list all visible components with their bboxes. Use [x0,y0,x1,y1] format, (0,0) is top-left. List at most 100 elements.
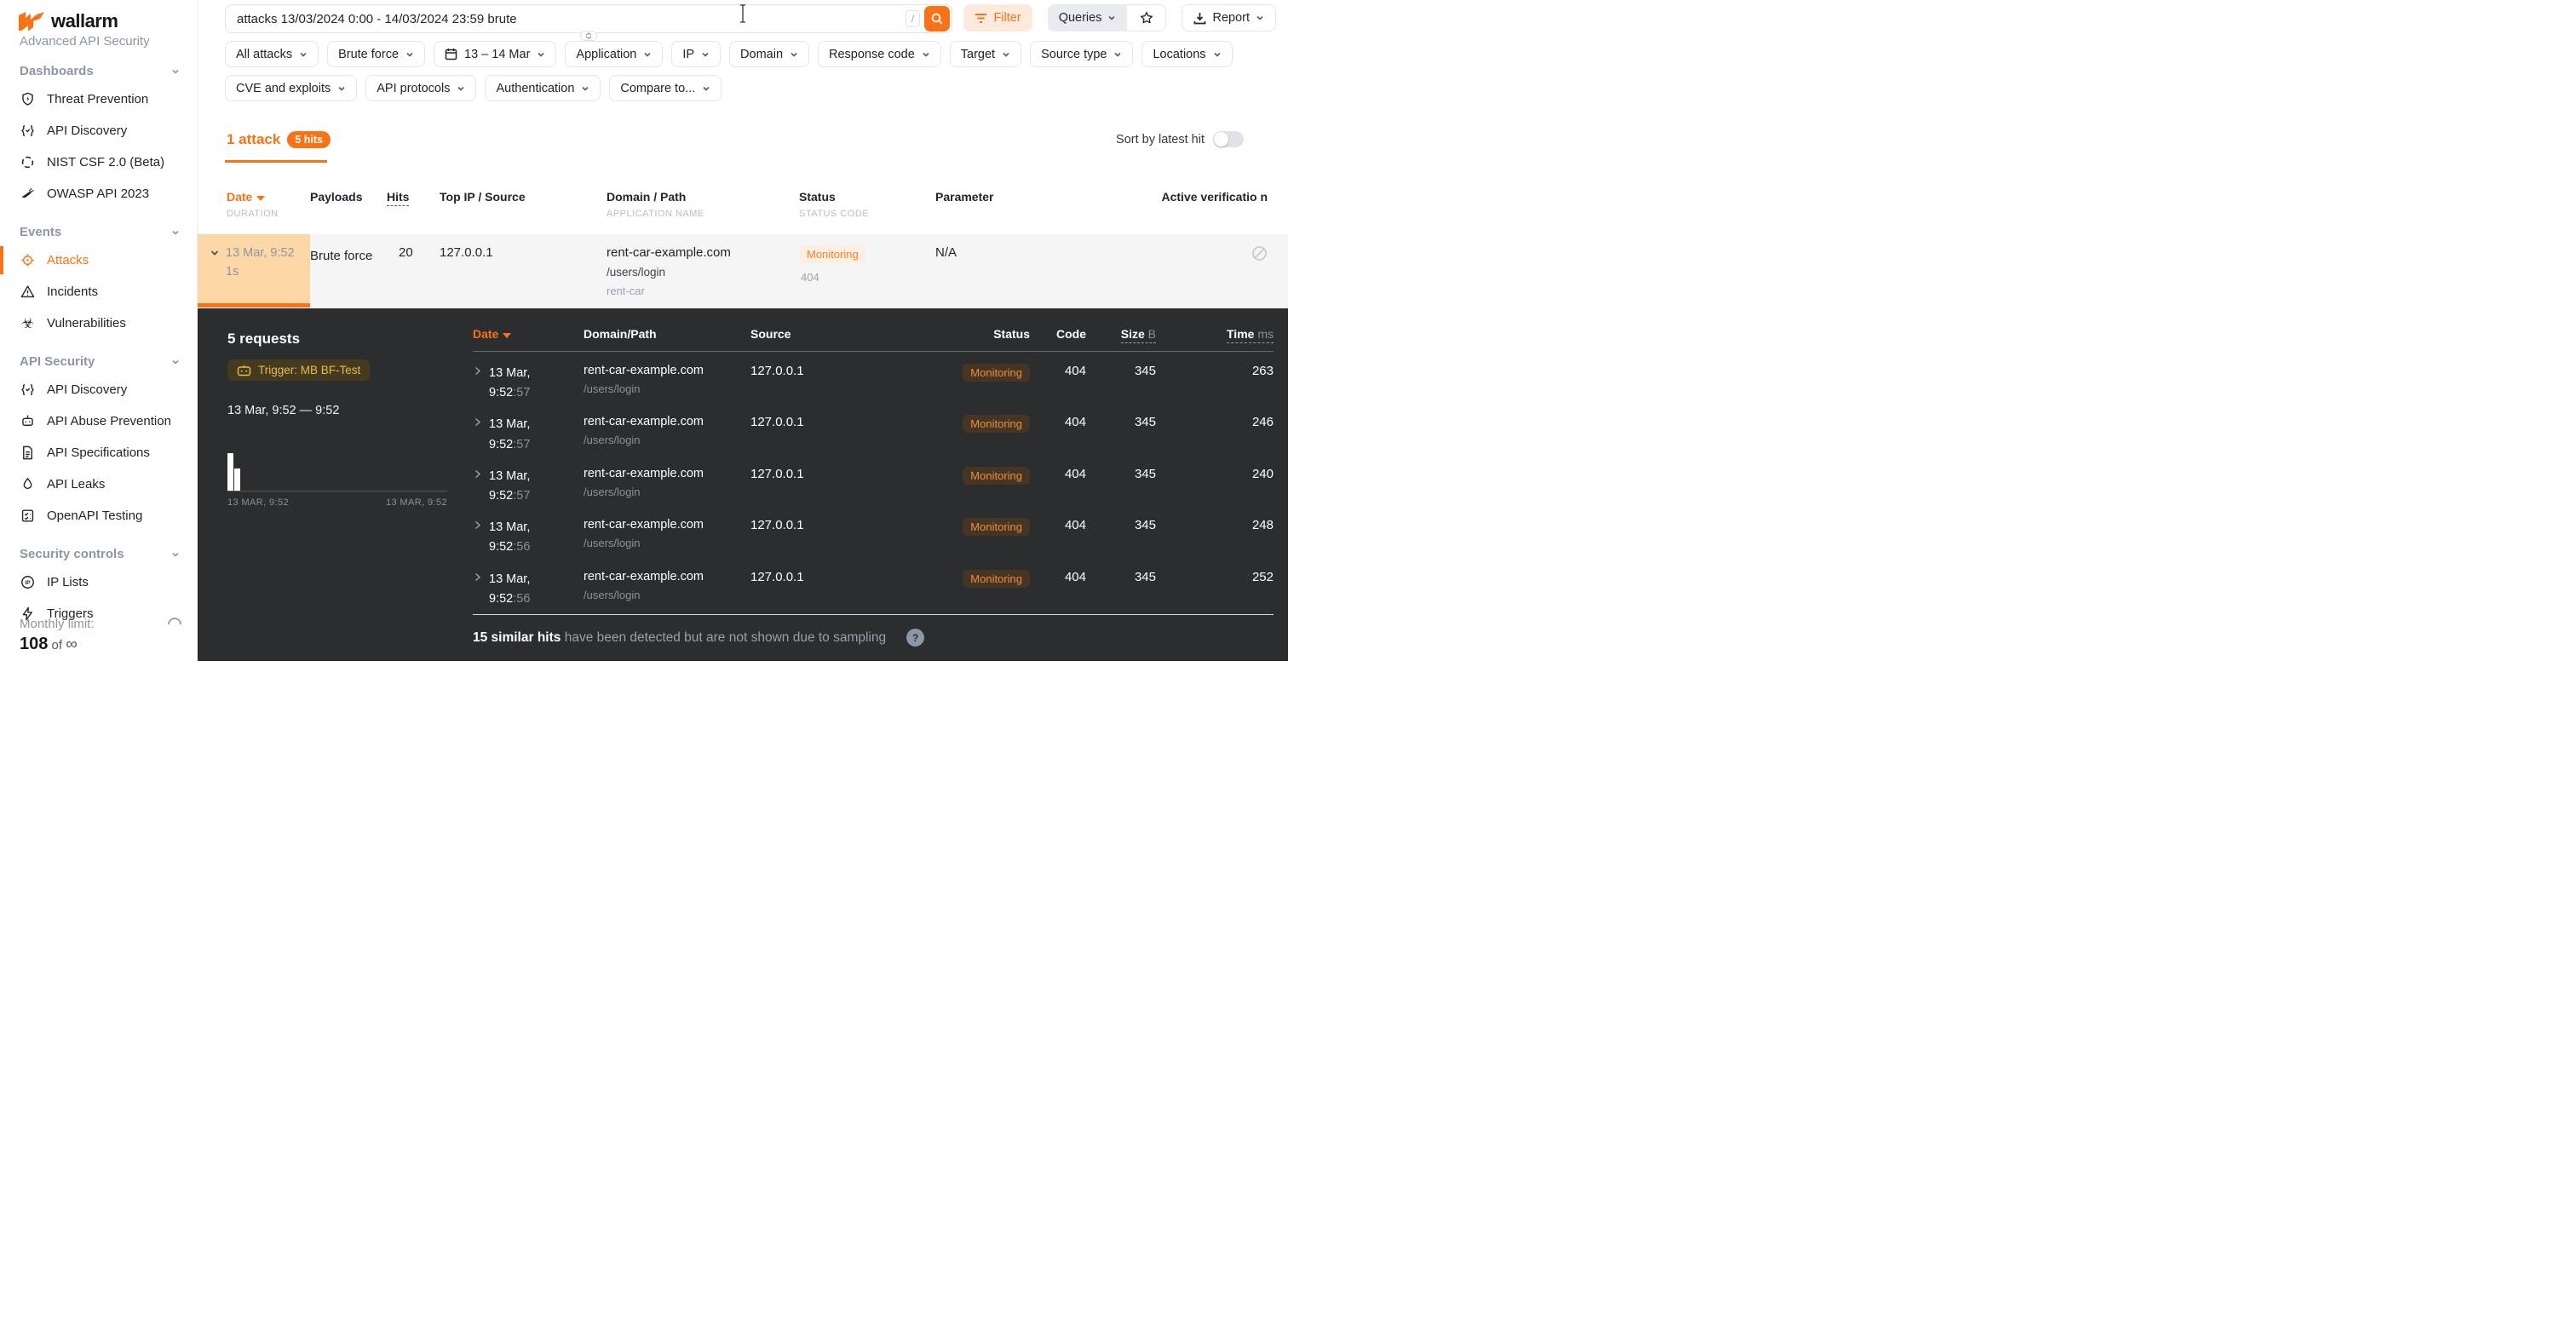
chip-locations[interactable]: Locations [1141,41,1232,67]
sidebar-item-label: API Specifications [47,445,150,460]
column-header-size[interactable]: Size B [1086,327,1156,341]
sidebar-section-dashboards[interactable]: Dashboards [0,49,197,83]
chart-bar [227,453,233,491]
attack-domain-cell: rent-car-example.com /users/login rent-c… [607,234,799,308]
column-header-status: Status STATUS CODE [799,187,935,219]
sidebar-item-nist-csf[interactable]: NIST CSF 2.0 (Beta) [0,147,197,178]
report-button[interactable]: Report [1182,4,1276,32]
request-row[interactable]: 13 Mar,9:52:57 rent-car-example.com/user… [473,455,1274,506]
request-row[interactable]: 13 Mar,9:52:57 rent-car-example.com/user… [473,403,1274,454]
sidebar-item-owasp-api[interactable]: OWASP API 2023 [0,178,197,210]
search-expand-handle[interactable] [580,31,597,41]
sidebar-item-vulnerabilities[interactable]: ☣ Vulnerabilities [0,308,197,339]
column-header-top-ip: Top IP / Source [440,187,607,219]
sidebar-item-api-leaks[interactable]: API Leaks [0,468,197,500]
chip-target[interactable]: Target [950,41,1021,67]
request-row[interactable]: 13 Mar,9:52:56 rent-car-example.com/user… [473,506,1274,557]
sampling-note: 15 similar hits have been detected but a… [473,629,924,647]
column-header-hits[interactable]: Hits [387,187,440,219]
chevron-down-icon [1002,50,1010,59]
attack-payload: Brute force [310,234,387,308]
chip-compare-to[interactable]: Compare to... [609,75,722,101]
chip-label: All attacks [236,48,292,61]
chip-brute-force[interactable]: Brute force [327,41,425,67]
sampling-text: have been detected but are not shown due… [561,630,886,645]
sort-control: Sort by latest hit [1116,131,1244,147]
request-row[interactable]: 13 Mar,9:52:56 rent-car-example.com/user… [473,558,1274,609]
topbar-actions: Filter Queries Report [963,4,1276,32]
sort-by-latest-hit-toggle[interactable] [1213,131,1244,147]
filter-chips-row-2: CVE and exploits API protocols Authentic… [225,75,722,101]
chip-ip[interactable]: IP [671,41,721,67]
attack-row[interactable]: 13 Mar, 9:521s Brute force 20 127.0.0.1 … [198,234,1288,308]
requests-sparkline-chart [227,445,447,491]
chip-cve-exploits[interactable]: CVE and exploits [225,75,357,101]
chevron-right-icon [473,417,482,427]
filter-button-label: Filter [993,11,1021,25]
trigger-label: Trigger: MB BF-Test [258,364,360,376]
sidebar-item-threat-prevention[interactable]: Threat Prevention [0,83,197,115]
chip-response-code[interactable]: Response code [818,41,941,67]
hits-count-badge: 5 hits [287,131,331,148]
sidebar-item-api-abuse-prevention[interactable]: API Abuse Prevention [0,405,197,437]
chip-label: API protocols [377,82,450,95]
chip-label: Application [576,48,636,61]
sidebar-item-label: API Discovery [47,382,127,397]
sidebar-section-api-security[interactable]: API Security [0,339,197,374]
sidebar-item-label: API Abuse Prevention [47,414,171,428]
column-header-date[interactable]: Date [473,327,584,341]
sidebar-section-security-controls[interactable]: Security controls [0,532,197,566]
help-icon[interactable]: ? [906,629,924,647]
search-button[interactable] [924,6,950,32]
svg-text:IP: IP [26,580,31,586]
chevron-down-icon [537,50,545,59]
tab-attacks-count[interactable]: 1 attack 5 hits [227,131,331,148]
product-subtitle: Advanced API Security [0,32,197,49]
favorite-query-button[interactable] [1127,4,1166,32]
logo[interactable]: wallarm [0,0,197,32]
sidebar-section-events[interactable]: Events [0,210,197,244]
chip-all-attacks[interactable]: All attacks [225,41,319,67]
chip-date-range[interactable]: 13 – 14 Mar [434,41,556,67]
main-content: / Filter Queries [198,0,1288,661]
chevron-down-icon [171,67,180,76]
chip-domain[interactable]: Domain [729,41,809,67]
chip-api-protocols[interactable]: API protocols [365,75,476,101]
chevron-down-icon [1113,50,1122,59]
chip-authentication[interactable]: Authentication [485,75,601,101]
chart-axis-labels: 13 MAR, 9:52 13 MAR, 9:52 [227,497,447,508]
sidebar-item-api-discovery-2[interactable]: API Discovery [0,374,197,405]
queries-dropdown[interactable]: Queries [1048,4,1128,32]
column-header-status: Status [962,327,1030,341]
sidebar-item-attacks[interactable]: Attacks [0,244,197,276]
filter-button[interactable]: Filter [963,4,1032,32]
selected-row-indicator [198,303,310,308]
sidebar-item-incidents[interactable]: Incidents [0,276,197,308]
attack-path: /users/login [607,266,799,279]
chevron-right-icon [473,469,482,479]
chip-application[interactable]: Application [565,41,663,67]
attack-date: 13 Mar, 9:52 [226,246,295,260]
column-header-date[interactable]: Date DURATION [198,187,310,219]
sidebar-item-openapi-testing[interactable]: OpenAPI Testing [0,500,197,532]
column-header-time[interactable]: Time ms [1156,327,1274,341]
attack-date-cell[interactable]: 13 Mar, 9:521s [198,234,310,308]
trigger-badge[interactable]: Trigger: MB BF-Test [227,359,370,381]
sidebar-item-ip-lists[interactable]: IP IP Lists [0,566,197,598]
document-icon [20,445,36,461]
sidebar-item-api-specifications[interactable]: API Specifications [0,437,197,468]
request-row[interactable]: 13 Mar,9:52:57 rent-car-example.com/user… [473,352,1274,403]
sidebar-item-label: Vulnerabilities [47,316,126,330]
chevron-down-icon [1107,14,1116,22]
chip-source-type[interactable]: Source type [1030,41,1133,67]
chevron-down-icon [171,550,180,559]
results-header: 1 attack 5 hits Sort by latest hit [225,126,1268,164]
requests-time-range: 13 Mar, 9:52 — 9:52 [227,404,339,417]
topbar: / Filter Queries [198,0,1288,39]
text-cursor-pointer [739,4,746,23]
sidebar-item-api-discovery[interactable]: API Discovery [0,115,197,147]
status-badge: Monitoring [963,518,1030,536]
chevron-down-icon [790,50,798,59]
search-input[interactable] [226,12,906,26]
status-badge: Monitoring [799,245,866,263]
